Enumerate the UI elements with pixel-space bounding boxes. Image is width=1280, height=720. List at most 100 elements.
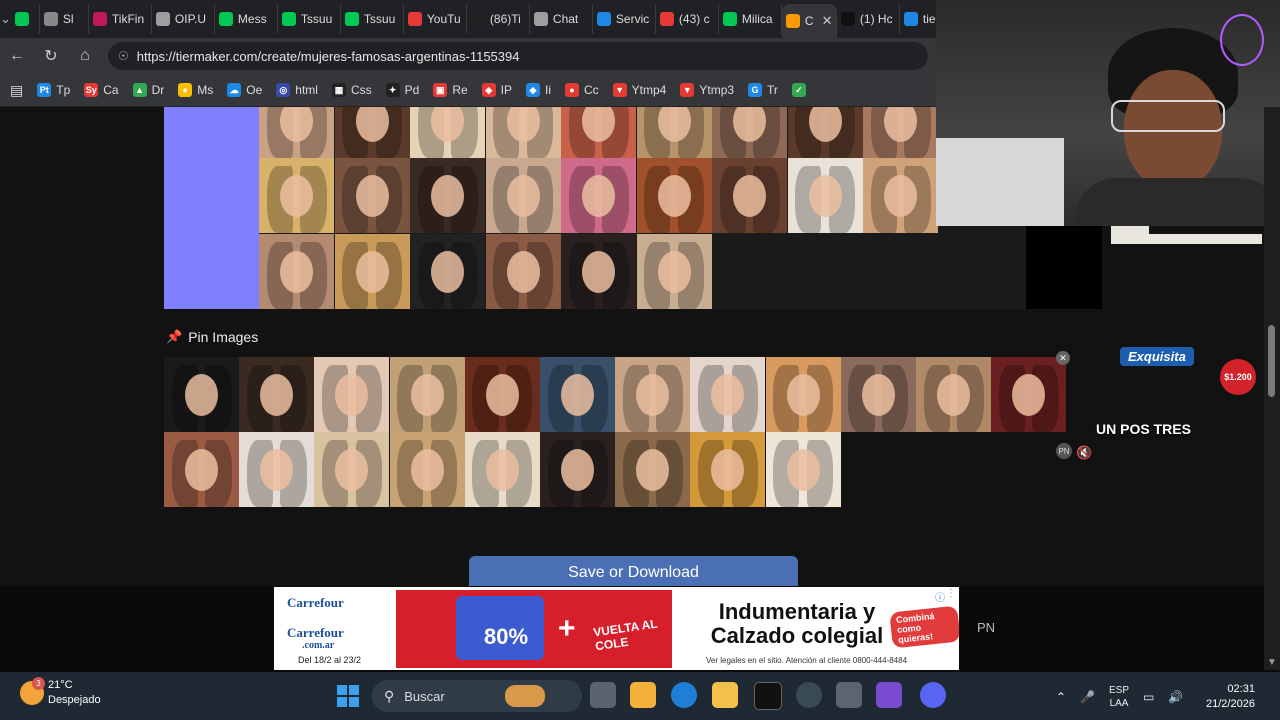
save-or-download-button[interactable]: Save or Download [469,556,798,590]
pin-image[interactable] [540,357,615,432]
pin-image[interactable] [164,357,239,432]
pin-image[interactable] [690,357,766,432]
tier-image[interactable] [712,107,787,158]
tier-image[interactable] [410,234,485,309]
bookmark-item[interactable]: ▣ Re [433,83,468,97]
browser-tab[interactable]: TikFin [89,4,152,34]
pin-image[interactable] [239,357,315,432]
pin-image[interactable] [389,432,465,507]
tier-image[interactable] [410,158,485,233]
bookmark-item[interactable]: ▼ Ytmp3 [680,83,734,97]
taskbar-search[interactable]: ⚲ Buscar [372,680,582,712]
tier-image[interactable] [485,234,561,309]
bookmark-item[interactable]: Sy Ca [84,83,119,97]
browser-tab[interactable]: OIP.U [152,4,215,34]
tier-image[interactable] [636,158,712,233]
page-scrollbar[interactable]: ▼ [1264,107,1280,670]
bookmark-item[interactable]: ✦ Pd [385,83,419,97]
scroll-down-icon[interactable]: ▼ [1267,657,1277,668]
pin-image[interactable] [389,357,465,432]
pin-image[interactable] [314,432,390,507]
microphone-icon[interactable]: 🎤 [1080,690,1095,704]
tray-chevron-icon[interactable]: ⌃ [1056,690,1066,704]
bookmark-item[interactable]: ✓ [791,83,811,97]
volume-icon[interactable]: 🔊 [1168,690,1183,704]
browser-tab[interactable]: Milica [719,4,782,34]
tier-row-images[interactable] [259,107,1026,309]
pin-image[interactable] [916,357,991,432]
pin-image[interactable] [765,432,841,507]
pin-image[interactable] [765,357,841,432]
close-tab-icon[interactable]: ✕ [822,13,833,29]
network-icon[interactable]: ▭ [1143,690,1154,704]
browser-tab[interactable]: Servic [593,4,656,34]
pin-image[interactable] [314,357,390,432]
ad-close-icon[interactable]: ✕ [1056,351,1070,365]
pin-image[interactable] [464,357,540,432]
tier-image[interactable] [259,234,334,309]
system-clock[interactable]: 02:31 21/2/2026 [1206,682,1255,712]
tier-label[interactable] [164,107,259,309]
tier-image[interactable] [485,158,561,233]
bookmark-item[interactable]: ☁ Oe [227,83,262,97]
browser-tab[interactable]: Mess [215,4,278,34]
weather-widget[interactable]: 3 21°C Despejado [20,677,101,708]
tier-image[interactable] [561,158,636,233]
pin-image[interactable] [840,357,916,432]
language-indicator[interactable]: ESP LAA [1109,684,1129,710]
app-icon[interactable] [836,682,862,708]
edge-icon[interactable] [671,682,697,708]
home-icon[interactable]: ⌂ [68,47,102,65]
tier-image[interactable] [259,107,334,158]
bookmark-item[interactable]: ◎ html [276,83,318,97]
site-info-icon[interactable]: ☉ [118,49,129,63]
tier-image[interactable] [334,107,410,158]
browser-tab[interactable]: (43) c [656,4,719,34]
pin-image[interactable] [239,432,315,507]
file-explorer-icon[interactable] [712,682,738,708]
active-app-icon[interactable] [876,682,902,708]
bookmark-item[interactable]: ▼ Ytmp4 [612,83,666,97]
tier-image[interactable] [410,107,485,158]
carrefour-banner-ad[interactable]: Carrefour Carrefour .com.ar Del 18/2 al … [274,587,959,670]
back-icon[interactable]: ← [0,47,34,65]
exquisita-video-ad[interactable]: ✕ Exquisita $1.200 UN POS TRES PN 🔇 [1048,345,1262,465]
pin-image[interactable] [464,432,540,507]
browser-tab[interactable]: (1) Hc [837,4,900,34]
tier-image[interactable] [259,158,334,233]
tier-row-settings[interactable] [1026,225,1102,309]
ad-close-icon[interactable]: ⋮ [946,588,956,599]
bookmark-item[interactable]: Pt Tp [37,83,70,97]
tier-image[interactable] [787,107,863,158]
reload-icon[interactable]: ↻ [34,46,68,66]
apps-icon[interactable]: ▤ [10,82,23,99]
browser-tab[interactable] [11,4,40,34]
pin-image[interactable] [540,432,615,507]
bookmark-item[interactable]: ▲ Dr [132,83,164,97]
tier-image[interactable] [787,158,863,233]
tier-image[interactable] [863,107,938,158]
task-view-icon[interactable] [590,682,616,708]
pin-image[interactable] [690,432,766,507]
store-icon[interactable] [630,682,656,708]
tier-image[interactable] [561,234,636,309]
pin-image[interactable] [615,432,691,507]
browser-tab[interactable]: (86)Ti [467,4,530,34]
bookmark-item[interactable]: ▦ Css [331,83,372,97]
browser-tab[interactable]: YouTu [404,4,467,34]
url-input[interactable]: ☉ https://tiermaker.com/create/mujeres-f… [108,42,928,70]
bookmark-item[interactable]: ◆ IP [481,83,512,97]
tier-image[interactable] [334,158,410,233]
tab-search-chevron-icon[interactable]: ⌄ [0,0,11,38]
scrollbar-thumb[interactable] [1268,325,1275,397]
adchoices-icon[interactable]: ⓘ [935,589,945,604]
bookmark-item[interactable]: ● Cc [565,83,599,97]
pin-image[interactable] [164,432,239,507]
bookmark-item[interactable]: ◆ Ii [526,83,551,97]
tier-image[interactable] [636,107,712,158]
tier-image[interactable] [485,107,561,158]
tier-image[interactable] [712,158,787,233]
tier-image[interactable] [334,234,410,309]
tier-image[interactable] [863,158,938,233]
browser-tab[interactable]: Tssuu [278,4,341,34]
